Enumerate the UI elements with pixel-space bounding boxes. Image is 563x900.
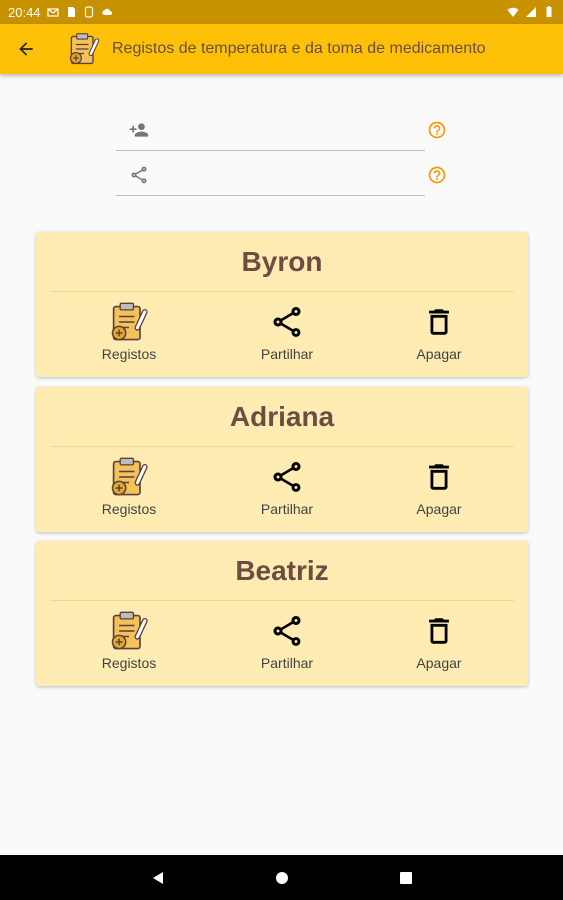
apagar-label: Apagar [416,655,462,671]
share-code-help-button[interactable] [426,164,448,186]
storage-icon [84,6,93,18]
nav-home-icon [275,871,288,884]
registos-button[interactable]: Registos [79,455,179,523]
share-icon [131,166,147,183]
registos-button[interactable]: Registos [79,609,179,677]
apagar-label: Apagar [416,501,462,517]
apagar-button[interactable]: Apagar [389,455,489,523]
status-bar: 20:44 [0,0,563,24]
share-code-field [116,154,425,196]
apagar-button[interactable]: Apagar [389,300,489,368]
apagar-label: Apagar [416,346,462,362]
share-icon [273,462,301,492]
partilhar-button[interactable]: Partilhar [237,455,337,523]
add-person-field [116,109,425,151]
trash-icon [429,464,449,490]
apagar-button[interactable]: Apagar [389,609,489,677]
app-bar: Registos de temperatura e da toma de med… [0,24,563,74]
person-add-icon [129,122,149,137]
registos-label: Registos [101,655,157,671]
person-card: Adriana Registos Partilhar Apagar [36,387,528,532]
add-person-input[interactable] [150,109,425,150]
help-circle-icon [428,121,446,139]
add-person-help-button[interactable] [426,119,448,141]
partilhar-label: Partilhar [260,655,314,671]
nav-back-icon [152,871,163,884]
card-divider [50,291,514,292]
arrow-back-icon [19,42,33,56]
wifi-icon [507,7,519,17]
card-divider [50,446,514,447]
nav-back-button[interactable] [148,868,168,888]
registos-button[interactable]: Registos [79,300,179,368]
partilhar-button[interactable]: Partilhar [237,609,337,677]
person-name: Adriana [229,401,335,432]
partilhar-button[interactable]: Partilhar [237,300,337,368]
trash-icon [429,618,449,644]
share-icon [273,307,301,337]
registos-label: Registos [101,346,157,362]
signal-icon [526,7,536,17]
notification-icon [46,8,59,17]
person-name: Beatriz [235,555,329,586]
trash-icon [429,309,449,335]
partilhar-label: Partilhar [260,501,314,517]
registos-label: Registos [101,501,157,517]
card-divider [50,600,514,601]
system-nav-bar [0,855,563,900]
help-circle-icon [428,166,446,184]
clipboard-thermometer-icon [111,611,148,650]
cloud-icon [101,8,112,15]
battery-icon [546,6,552,17]
nav-recents-icon [399,871,412,884]
person-name: Byron [241,246,323,277]
nav-recents-button[interactable] [396,868,416,888]
partilhar-label: Partilhar [260,346,314,362]
share-code-input[interactable] [150,154,425,195]
share-icon [273,616,301,646]
clipboard-thermometer-icon [111,302,148,341]
clipboard-thermometer-icon [111,457,148,496]
person-card: Beatriz Registos Partilhar Apagar [36,541,528,686]
app-title: Registos de temperatura e da toma de med… [112,40,486,57]
nav-home-button[interactable] [272,868,292,888]
person-card: Byron Registos Partilhar Apagar [36,232,528,377]
back-button[interactable] [0,24,52,74]
status-time: 20:44 [8,4,41,20]
clipboard-thermometer-icon [69,33,100,65]
sim-card-icon [67,7,75,17]
